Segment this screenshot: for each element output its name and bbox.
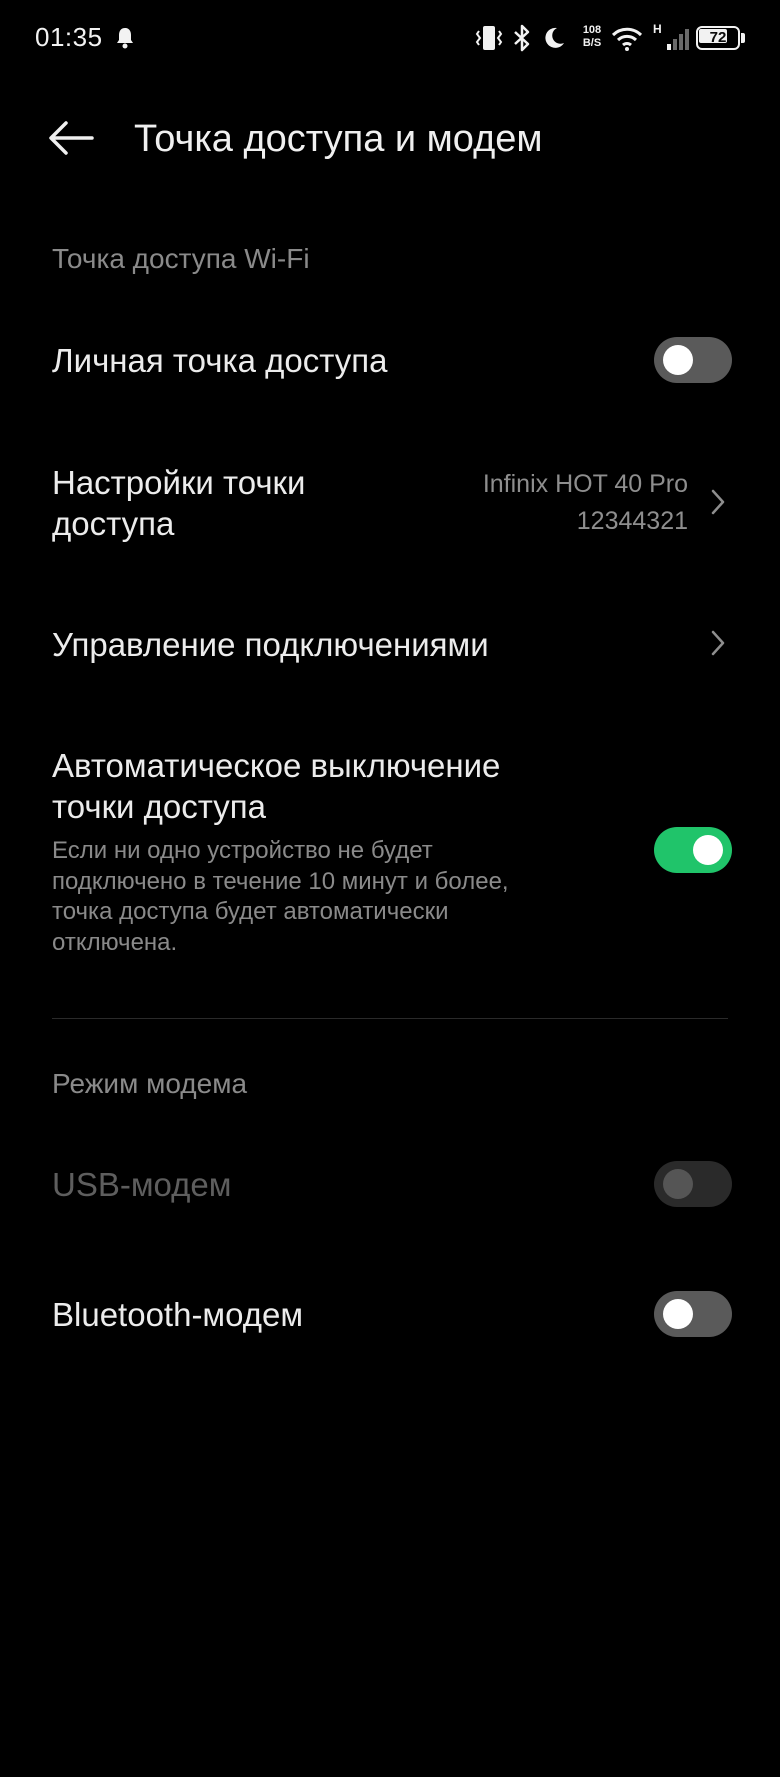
toggle-knob <box>663 345 693 375</box>
battery-level: 72 <box>709 29 727 46</box>
modem-section-title: Режим модема <box>52 1068 248 1099</box>
net-speed-value: 108 <box>582 24 602 36</box>
auto-off-desc-line1: Если ни одно устройство не будет <box>52 837 433 864</box>
hotspot-settings-label: Настройки точки доступа <box>52 462 305 544</box>
personal-hotspot-label: Личная точка доступа <box>52 342 388 379</box>
connection-management-label: Управление подключениями <box>52 626 489 663</box>
hotspot-password-value: 12344321 <box>576 507 688 535</box>
section-divider <box>52 1018 728 1019</box>
back-arrow-icon[interactable] <box>46 118 96 158</box>
personal-hotspot-toggle[interactable] <box>654 337 732 383</box>
signal-icon <box>667 29 689 50</box>
auto-off-description: Если ни одно устройство не будет подключ… <box>52 836 509 958</box>
battery-icon: 72 <box>696 26 746 50</box>
bluetooth-icon <box>514 24 530 52</box>
chevron-right-icon <box>711 489 725 515</box>
net-speed: 108 B/S <box>577 24 607 50</box>
vibrate-icon <box>475 26 503 50</box>
auto-off-label-line2: точки доступа <box>52 788 266 825</box>
bluetooth-modem-label: Bluetooth-модем <box>52 1296 304 1333</box>
notification-bell-icon <box>117 28 133 49</box>
auto-off-label: Автоматическое выключение точки доступа <box>52 745 500 827</box>
usb-modem-label: USB-модем <box>52 1166 232 1203</box>
auto-off-desc-line2: подключено в течение 10 минут и более, <box>52 867 509 895</box>
auto-off-desc-line3: точка доступа будет автоматически <box>52 898 449 925</box>
toggle-knob <box>663 1169 693 1199</box>
hotspot-settings-label-line1: Настройки точки <box>52 464 306 501</box>
auto-off-desc-line4: отключена. <box>52 928 178 956</box>
hotspot-settings-label-line2: доступа <box>52 505 175 542</box>
network-type: H <box>653 22 662 36</box>
wifi-icon <box>611 27 643 51</box>
auto-off-label-line1: Автоматическое выключение <box>52 747 501 784</box>
hotspot-name-value: Infinix HOT 40 Pro <box>482 470 688 498</box>
net-speed-unit: B/S <box>582 37 602 49</box>
do-not-disturb-moon-icon <box>545 27 564 48</box>
chevron-right-icon <box>711 630 725 656</box>
toggle-knob <box>663 1299 693 1329</box>
page-title: Точка доступа и модем <box>134 118 543 160</box>
bluetooth-modem-toggle[interactable] <box>654 1291 732 1337</box>
toggle-knob <box>693 835 723 865</box>
auto-off-toggle[interactable] <box>654 827 732 873</box>
usb-modem-toggle <box>654 1161 732 1207</box>
wifi-hotspot-section-title: Точка доступа Wi-Fi <box>52 243 310 274</box>
status-time: 01:35 <box>35 22 103 52</box>
hotspot-settings-value: Infinix HOT 40 Pro 12344321 <box>483 466 688 540</box>
